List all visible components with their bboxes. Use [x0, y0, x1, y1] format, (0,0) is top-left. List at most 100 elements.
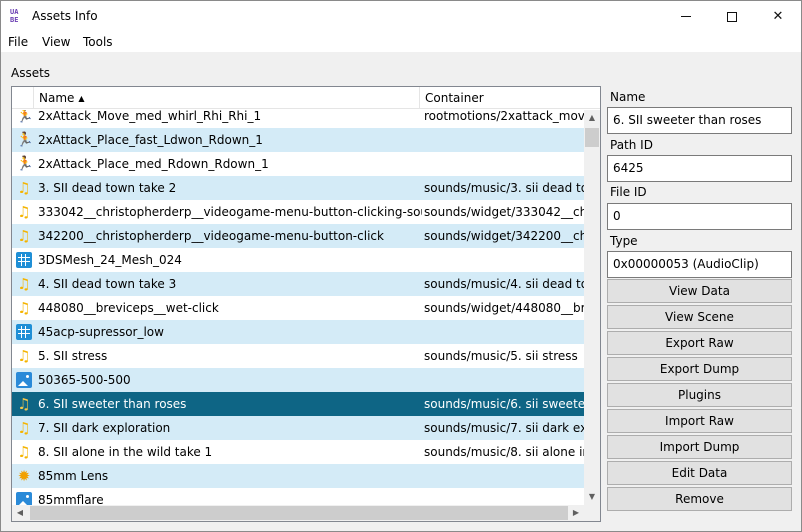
- import-dump-button[interactable]: Import Dump: [607, 435, 792, 459]
- scroll-right-arrow-icon[interactable]: ▶: [568, 505, 584, 521]
- list-row[interactable]: ♫ 4. SII dead town take 3 sounds/music/4. …: [12, 272, 584, 296]
- horizontal-scrollbar[interactable]: ◀ ▶: [12, 505, 584, 521]
- list-row[interactable]: ♫ 7. SII dark exploration sounds/music/7. …: [12, 416, 584, 440]
- vertical-scrollbar[interactable]: ▲ ▼: [584, 110, 600, 505]
- row-container: sounds/music/7. sii dark explor: [424, 421, 584, 435]
- audio-clip-icon: ♫: [17, 227, 31, 245]
- vertical-scroll-thumb[interactable]: [585, 128, 599, 147]
- header-icon-column[interactable]: [12, 87, 34, 109]
- animation-icon: 🏃: [16, 132, 34, 148]
- list-header: Name ▲ Container: [12, 87, 600, 109]
- assets-info-window: UA BE Assets Info ✕ File View Tools Asse…: [0, 0, 802, 532]
- import-raw-button[interactable]: Import Raw: [607, 409, 792, 433]
- menu-tools[interactable]: Tools: [83, 35, 113, 49]
- app-icon-text-bottom: BE: [10, 16, 19, 24]
- texture-icon: [16, 492, 32, 505]
- list-row[interactable]: ♫ 5. SII stress sounds/music/5. sii stress: [12, 344, 584, 368]
- audio-clip-icon: ♫: [17, 179, 31, 197]
- row-name: 4. SII dead town take 3: [38, 277, 177, 291]
- row-name: 85mm Lens: [38, 469, 109, 483]
- file-id-field[interactable]: 0: [607, 203, 792, 230]
- list-row[interactable]: 85mmflare: [12, 488, 584, 505]
- audio-clip-icon: ♫: [17, 203, 31, 221]
- audio-clip-icon: ♫: [17, 443, 31, 461]
- menu-view[interactable]: View: [42, 35, 70, 49]
- maximize-button[interactable]: [709, 1, 755, 32]
- menu-bar: File View Tools: [1, 32, 801, 52]
- row-name: 342200__christopherderp__videogame-menu-…: [38, 229, 384, 243]
- list-row[interactable]: 🏃 2xAttack_Place_fast_Ldwon_Rdown_1: [12, 128, 584, 152]
- lens-flare-icon: ✹: [17, 467, 31, 485]
- row-name: 2xAttack_Move_med_whirl_Rhi_Rhi_1: [38, 110, 262, 123]
- row-name: 6. SII sweeter than roses: [38, 397, 187, 411]
- row-name: 45acp-supressor_low: [38, 325, 164, 339]
- view-data-button[interactable]: View Data: [607, 279, 792, 303]
- name-label: Name: [610, 90, 646, 104]
- header-container-column[interactable]: Container: [420, 87, 590, 109]
- remove-button[interactable]: Remove: [607, 487, 792, 511]
- list-row[interactable]: ♫ 342200__christopherderp__videogame-menu…: [12, 224, 584, 248]
- edit-data-button[interactable]: Edit Data: [607, 461, 792, 485]
- export-dump-button[interactable]: Export Dump: [607, 357, 792, 381]
- audio-clip-icon: ♫: [17, 395, 31, 413]
- list-row[interactable]: ♫ 3. SII dead town take 2 sounds/music/3. …: [12, 176, 584, 200]
- audio-clip-icon: ♫: [17, 419, 31, 437]
- list-row[interactable]: ♫ 8. SII alone in the wild take 1 sounds/m…: [12, 440, 584, 464]
- window-title: Assets Info: [32, 9, 98, 23]
- scroll-down-arrow-icon[interactable]: ▼: [584, 489, 600, 505]
- scroll-left-arrow-icon[interactable]: ◀: [12, 505, 28, 521]
- close-button[interactable]: ✕: [755, 1, 801, 32]
- assets-label: Assets: [11, 66, 51, 80]
- header-name-column[interactable]: Name ▲: [34, 87, 420, 109]
- title-bar[interactable]: UA BE Assets Info ✕: [1, 1, 801, 32]
- row-name: 2xAttack_Place_med_Rdown_Rdown_1: [38, 157, 269, 171]
- list-row[interactable]: ✹ 85mm Lens: [12, 464, 584, 488]
- list-row[interactable]: ♫ 448080__breviceps__wet-click sounds/widg…: [12, 296, 584, 320]
- path-id-label: Path ID: [610, 138, 653, 152]
- plugins-button[interactable]: Plugins: [607, 383, 792, 407]
- scroll-up-arrow-icon[interactable]: ▲: [584, 110, 600, 126]
- list-body: 🏃 2xAttack_Move_med_whirl_Rhi_Rhi_1 rootmo…: [12, 110, 584, 505]
- assets-list[interactable]: Name ▲ Container 🏃 2xAttack_Move_med_whirl…: [11, 86, 601, 522]
- audio-clip-icon: ♫: [17, 275, 31, 293]
- minimize-button[interactable]: [663, 1, 709, 32]
- row-container: sounds/music/5. sii stress: [424, 349, 578, 363]
- list-row[interactable]: 🏃 2xAttack_Place_med_Rdown_Rdown_1: [12, 152, 584, 176]
- row-name: 7. SII dark exploration: [38, 421, 171, 435]
- sort-ascending-icon: ▲: [78, 94, 85, 103]
- path-id-field[interactable]: 6425: [607, 155, 792, 182]
- type-field[interactable]: 0x00000053 (AudioClip): [607, 251, 792, 278]
- list-row[interactable]: 🏃 2xAttack_Move_med_whirl_Rhi_Rhi_1 rootmo…: [12, 110, 584, 128]
- minimize-icon: [681, 16, 691, 17]
- uabe-app-icon: UA BE: [10, 8, 26, 24]
- app-icon-text-top: UA: [10, 8, 19, 16]
- menu-file[interactable]: File: [8, 35, 28, 49]
- row-name: 85mmflare: [38, 493, 104, 505]
- header-container-label: Container: [425, 91, 484, 105]
- list-row[interactable]: 3DSMesh_24_Mesh_024: [12, 248, 584, 272]
- row-container: sounds/music/8. sii alone in th: [424, 445, 584, 459]
- horizontal-scroll-thumb[interactable]: [30, 506, 568, 520]
- name-field[interactable]: 6. SII sweeter than roses: [607, 107, 792, 134]
- row-container: sounds/widget/448080__brevi: [424, 301, 584, 315]
- close-icon: ✕: [772, 9, 784, 24]
- header-name-label: Name: [39, 91, 75, 105]
- row-name: 2xAttack_Place_fast_Ldwon_Rdown_1: [38, 133, 263, 147]
- list-row[interactable]: ♫ 333042__christopherderp__videogame-menu…: [12, 200, 584, 224]
- export-raw-button[interactable]: Export Raw: [607, 331, 792, 355]
- list-row[interactable]: 50365-500-500: [12, 368, 584, 392]
- row-name: 5. SII stress: [38, 349, 108, 363]
- view-scene-button[interactable]: View Scene: [607, 305, 792, 329]
- row-container: sounds/widget/333042__christ: [424, 205, 584, 219]
- type-label: Type: [610, 234, 638, 248]
- row-container: sounds/music/4. sii dead town: [424, 277, 584, 291]
- file-id-label: File ID: [610, 185, 647, 199]
- list-row[interactable]: ♫ 6. SII sweeter than roses sounds/music/6…: [12, 392, 584, 416]
- animation-icon: 🏃: [16, 156, 34, 172]
- list-row[interactable]: 45acp-supressor_low: [12, 320, 584, 344]
- row-name: 50365-500-500: [38, 373, 131, 387]
- scrollbar-corner: [584, 505, 600, 521]
- mesh-icon: [16, 252, 32, 268]
- row-container: rootmotions/2xattack_move_m: [424, 110, 584, 123]
- row-name: 333042__christopherderp__videogame-menu-…: [38, 205, 422, 219]
